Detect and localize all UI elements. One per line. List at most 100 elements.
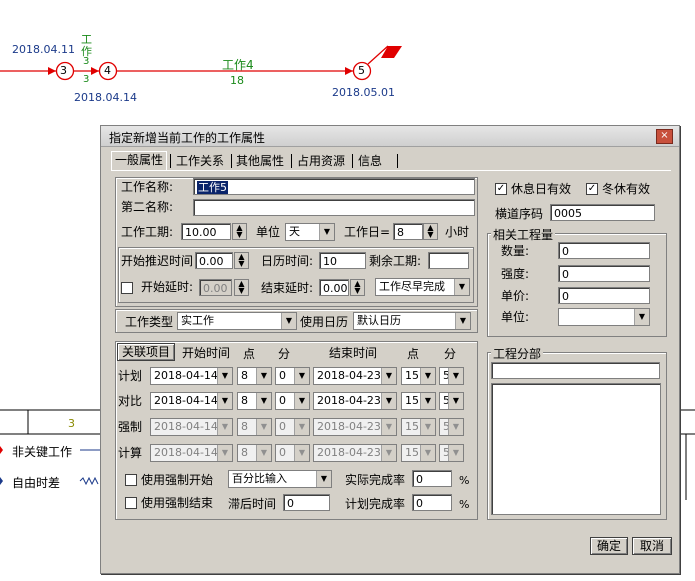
end-lag-spinner[interactable]: ▲ ▼	[350, 279, 365, 296]
division-list[interactable]	[491, 383, 661, 515]
end-hour-select[interactable]: 15 ▼	[401, 367, 436, 385]
start-minute-select[interactable]: 0 ▼	[275, 444, 310, 462]
hour-header: 点	[243, 347, 256, 361]
start-date-select-value: 2018-04-14	[154, 420, 218, 433]
chevron-down-icon: ▼	[448, 419, 463, 435]
work4-label: 工作4	[222, 58, 254, 72]
tab-other[interactable]: 其他属性	[233, 153, 287, 169]
start-hour-select[interactable]: 8 ▼	[237, 367, 272, 385]
tab-relations[interactable]: 工作关系	[173, 153, 227, 169]
lane-order-field[interactable]: 0005	[550, 204, 655, 221]
start-date-select[interactable]: 2018-04-14 ▼	[150, 444, 233, 462]
start-date-select[interactable]: 2018-04-14 ▼	[150, 392, 233, 410]
second-name-field[interactable]	[193, 199, 475, 216]
end-date-select[interactable]: 2018-04-23 ▼	[313, 392, 397, 410]
start-minute-select[interactable]: 0 ▼	[275, 367, 310, 385]
unit-price-field[interactable]: 0	[558, 287, 650, 304]
duration-field[interactable]: 10.00	[181, 223, 231, 240]
finish-mode-select[interactable]: 工作尽早完成 ▼	[375, 278, 470, 296]
end-minute-select[interactable]: 59▼	[439, 367, 464, 385]
force-start-checkbox[interactable]	[125, 474, 137, 486]
work-type-select[interactable]: 实工作 ▼	[177, 312, 297, 330]
workday-spinner[interactable]: ▲ ▼	[423, 223, 438, 240]
chevron-down-icon: ▼	[420, 445, 435, 461]
percent-input-select[interactable]: 百分比输入 ▼	[228, 470, 332, 488]
work-type-label: 工作类型	[125, 315, 174, 329]
planned-rate-field[interactable]: 0	[412, 494, 452, 511]
unit-label: 单位	[256, 225, 281, 239]
work4-duration: 18	[230, 74, 244, 87]
quantity-field[interactable]: 0	[558, 242, 650, 259]
start-minute-select[interactable]: 0 ▼	[275, 392, 310, 410]
rest-day-checkbox[interactable]: ✓	[495, 183, 507, 195]
start-hour-select-value: 8	[241, 369, 248, 382]
end-minute-select[interactable]: 59▼	[439, 392, 464, 410]
node-3-date: 2018.04.11	[12, 43, 75, 56]
end-lag-field[interactable]: 0.00	[319, 279, 349, 296]
intensity-field[interactable]: 0	[558, 265, 650, 282]
start-delay-field[interactable]: 0.00	[195, 252, 233, 269]
start-minute-select[interactable]: 0 ▼	[275, 418, 310, 436]
start-date-select[interactable]: 2018-04-14 ▼	[150, 418, 233, 436]
start-lag-checkbox[interactable]	[121, 282, 133, 294]
end-hour-select[interactable]: 15 ▼	[401, 418, 436, 436]
tab-info[interactable]: 信息	[355, 153, 385, 169]
workday-field[interactable]: 8	[393, 223, 423, 240]
end-minute-select[interactable]: 59▼	[439, 418, 464, 436]
chevron-down-icon: ▼	[281, 313, 296, 329]
tab-resources[interactable]: 占用资源	[294, 153, 348, 169]
end-date-select[interactable]: 2018-04-23 ▼	[313, 418, 397, 436]
legend-noncritical-work: 非关键工作	[12, 445, 73, 459]
start-delay-spinner[interactable]: ▲ ▼	[234, 252, 249, 269]
node-3-label: 3	[60, 64, 67, 77]
start-hour-select[interactable]: 8 ▼	[237, 418, 272, 436]
start-date-select-value: 2018-04-14	[154, 369, 218, 382]
chevron-down-icon: ▼	[634, 309, 649, 325]
node-5-label: 5	[358, 64, 365, 77]
end-date-select[interactable]: 2018-04-23 ▼	[313, 367, 397, 385]
dialog-titlebar[interactable]: 指定新增当前工作的工作属性 ×	[101, 126, 679, 147]
end-date-select-value: 2018-04-23	[317, 420, 381, 433]
start-date-select-value: 2018-04-14	[154, 446, 218, 459]
start-hour-select[interactable]: 8 ▼	[237, 392, 272, 410]
force-end-checkbox[interactable]	[125, 497, 137, 509]
minute-header: 分	[278, 347, 291, 361]
end-hour-select-value: 15	[405, 420, 419, 433]
start-lag-field[interactable]: 0.00	[199, 279, 232, 296]
chevron-down-icon: ▼	[448, 368, 463, 384]
calendar-select[interactable]: 默认日历 ▼	[353, 312, 471, 330]
calendar-time-label: 日历时间:	[261, 254, 314, 268]
actual-rate-field[interactable]: 0	[412, 470, 452, 487]
start-lag-spinner[interactable]: ▲ ▼	[234, 279, 249, 296]
chevron-down-icon: ▼	[381, 419, 396, 435]
lag-time-field[interactable]: 0	[283, 494, 330, 511]
start-lag-label: 开始延时:	[141, 280, 194, 294]
end-date-select[interactable]: 2018-04-23 ▼	[313, 444, 397, 462]
work-name-field[interactable]: 工作5	[193, 178, 475, 195]
chevron-down-icon: ▼	[455, 313, 470, 329]
short-work-float: 3	[83, 74, 90, 85]
qty-unit-select[interactable]: ▼	[558, 308, 650, 326]
ok-button[interactable]: 确定	[590, 537, 628, 555]
tab-general[interactable]: 一般属性	[111, 151, 168, 171]
end-hour-select[interactable]: 15 ▼	[401, 444, 436, 462]
start-hour-select[interactable]: 8 ▼	[237, 444, 272, 462]
end-minute-select[interactable]: 59▼	[439, 444, 464, 462]
unit-select[interactable]: 天 ▼	[285, 223, 335, 241]
end-hour-header: 点	[407, 347, 420, 361]
division-field[interactable]	[491, 362, 660, 379]
remaining-field[interactable]	[428, 252, 469, 269]
schedule-row-label: 计划	[118, 369, 143, 383]
calendar-time-field[interactable]: 10	[319, 252, 366, 269]
close-icon[interactable]: ×	[656, 129, 673, 144]
start-minute-select-value: 0	[279, 369, 286, 382]
end-hour-select[interactable]: 15 ▼	[401, 392, 436, 410]
cancel-button[interactable]: 取消	[632, 537, 672, 555]
related-items-button[interactable]: 关联项目	[117, 343, 175, 361]
chevron-down-icon: ▼	[319, 224, 334, 240]
start-date-select[interactable]: 2018-04-14 ▼	[150, 367, 233, 385]
duration-spinner[interactable]: ▲ ▼	[232, 223, 247, 240]
actual-rate-percent: %	[459, 474, 470, 487]
unit-price-label: 单价:	[501, 289, 530, 303]
winter-rest-checkbox[interactable]: ✓	[586, 183, 598, 195]
